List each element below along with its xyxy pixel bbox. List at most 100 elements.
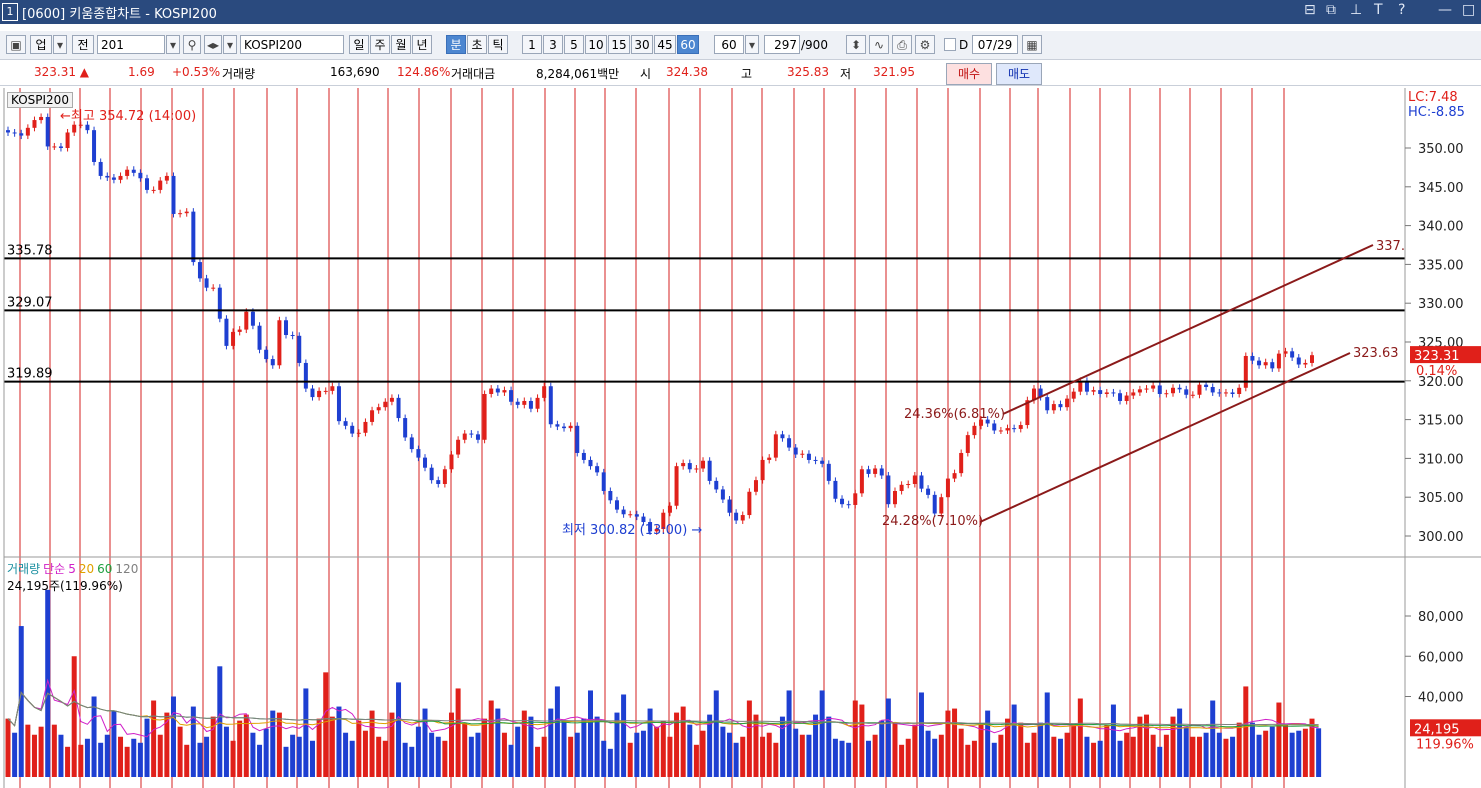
candle-body [138, 172, 143, 179]
candle-body [409, 437, 414, 450]
volume-bar [84, 738, 90, 777]
interval-select[interactable]: 60 [714, 35, 744, 54]
candle-body [1051, 404, 1056, 411]
high-label: 고 [741, 67, 753, 81]
candle-body [1151, 385, 1156, 389]
buy-button[interactable]: 매수 [946, 63, 992, 85]
restore-icon[interactable]: ⊟ [1304, 2, 1316, 18]
candle-body [65, 132, 70, 148]
volume-bar [1203, 732, 1209, 777]
candle-body [1137, 389, 1142, 393]
tile-icon[interactable]: ⧉ [1326, 2, 1336, 18]
interval-3[interactable]: 3 [543, 35, 563, 54]
interval-30[interactable]: 30 [631, 35, 653, 54]
candle-body [1045, 397, 1050, 411]
gear-icon[interactable]: ⚙ [915, 35, 935, 54]
annotation-lower: 24.28%(7.10%) [882, 514, 983, 529]
period-day[interactable]: 일 [349, 35, 369, 54]
interval-15[interactable]: 15 [608, 35, 630, 54]
volume-bar [892, 722, 898, 777]
candle-body [959, 452, 964, 474]
pin-icon[interactable]: ⊥ [1350, 2, 1362, 18]
candle-body [509, 390, 514, 402]
candle-body [753, 480, 758, 492]
volume-bar [356, 720, 362, 777]
candle-body [1071, 391, 1076, 399]
volume-bar [58, 734, 64, 777]
prev-next-icon[interactable]: ◂▸ [204, 35, 222, 54]
interval-10[interactable]: 10 [585, 35, 607, 54]
code-input[interactable]: 201 [97, 35, 165, 54]
draw-line-icon[interactable]: ∿ [869, 35, 889, 54]
candle-body [25, 127, 30, 136]
candle-body [125, 169, 130, 176]
period-month[interactable]: 월 [391, 35, 411, 54]
date-checkbox[interactable] [944, 38, 956, 51]
legend-volume: 거래량 [7, 562, 41, 576]
title-bar: 1 [0600] 키움종합차트 - KOSPI200 ⊟ ⧉ ⊥ T ? — □ [0, 0, 1481, 24]
candle-body [284, 320, 289, 336]
candle-type-icon[interactable]: ⬍ [846, 35, 866, 54]
chevron-down-icon[interactable]: ▾ [53, 35, 67, 54]
candle-body [145, 178, 150, 190]
volume-bar [157, 734, 163, 777]
period-second[interactable]: 초 [467, 35, 487, 54]
candle-body [52, 146, 57, 148]
count-input[interactable]: 297 [764, 35, 800, 54]
volume-bar [1296, 730, 1302, 777]
volume-bar [124, 746, 130, 777]
price-tick-label: 310.00 [1418, 452, 1464, 467]
period-week[interactable]: 주 [370, 35, 390, 54]
volume-bar [309, 740, 315, 777]
candle-body [158, 180, 163, 190]
font-icon[interactable]: T [1374, 2, 1383, 18]
volume-bar [1190, 736, 1196, 777]
candle-body [846, 504, 851, 506]
price-tick-label: 315.00 [1418, 414, 1464, 429]
candle-body [489, 388, 494, 394]
sell-button[interactable]: 매도 [996, 63, 1042, 85]
chart-area[interactable]: 335.78 329.07 319.89 337. 323.63 24.36%(6.81… [0, 88, 1481, 788]
quote-bar: 323.31 ▲ 1.69 +0.53% 거래량 163,690 124.86%… [0, 61, 1481, 86]
chevron-down-icon[interactable]: ▾ [745, 35, 759, 54]
scope-select[interactable]: 전 [72, 35, 94, 54]
volume-bar [111, 710, 117, 777]
volume-bar [852, 700, 858, 777]
volume-bar [733, 742, 739, 777]
volume-bar [78, 744, 84, 777]
window-number: 1 [2, 3, 18, 21]
volume-bar [501, 732, 507, 777]
candle-body [456, 439, 461, 455]
interval-5[interactable]: 5 [564, 35, 584, 54]
volume-bar [535, 746, 541, 777]
candle-body [178, 213, 183, 215]
current-volume-pct: 119.96% [1416, 737, 1474, 752]
chevron-down-icon[interactable]: ▾ [223, 35, 237, 54]
volume-bar [1051, 736, 1057, 777]
search-icon[interactable]: ⚲ [183, 35, 201, 54]
save-icon[interactable]: ⎙ [892, 35, 912, 54]
period-tick[interactable]: 틱 [488, 35, 508, 54]
volume-bar [369, 710, 375, 777]
period-minute[interactable]: 분 [446, 35, 466, 54]
interval-1[interactable]: 1 [522, 35, 542, 54]
period-year[interactable]: 년 [412, 35, 432, 54]
interval-45[interactable]: 45 [654, 35, 676, 54]
candle-body [919, 475, 924, 489]
layout-icon[interactable]: ▣ [6, 35, 26, 54]
candle-body [840, 498, 845, 505]
help-icon[interactable]: ? [1398, 2, 1405, 18]
volume-bar [581, 718, 587, 777]
category-select[interactable]: 업 [30, 35, 52, 54]
candle-body [939, 497, 944, 514]
interval-60[interactable]: 60 [677, 35, 699, 54]
date-input[interactable]: 07/29 [972, 35, 1018, 54]
minimize-icon[interactable]: — [1438, 2, 1452, 18]
calendar-icon[interactable]: ▦ [1022, 35, 1042, 54]
maximize-icon[interactable]: □ [1462, 2, 1475, 18]
candle-body [727, 499, 732, 513]
volume-bar [727, 732, 733, 777]
chevron-down-icon[interactable]: ▾ [166, 35, 180, 54]
volume-bar [1249, 722, 1255, 777]
candle-body [892, 490, 897, 505]
